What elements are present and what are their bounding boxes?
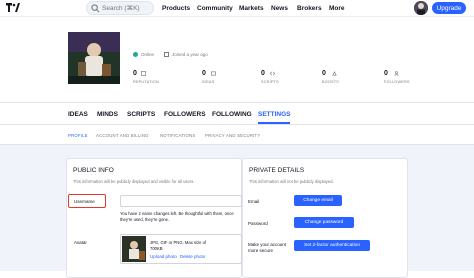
tab-scripts[interactable]: SCRIPTS [127, 111, 155, 118]
password-label: Password [248, 221, 268, 226]
nav-news[interactable]: News [271, 5, 288, 12]
search-icon [91, 4, 100, 13]
stat-label: BOOSTS [322, 80, 340, 84]
security-label: Make your account more secure [248, 242, 287, 253]
scripts-icon [270, 71, 275, 76]
change-password-button[interactable]: Change password [294, 217, 354, 228]
stat-ideas: 0 IDEAS [202, 70, 216, 84]
tab-following[interactable]: FOLLOWING [212, 111, 252, 118]
avatar-thumbnail-image [122, 236, 146, 262]
subtab-privacy-security[interactable]: PRIVACY AND SECURITY [205, 133, 260, 138]
upgrade-button[interactable]: Upgrade [432, 2, 466, 14]
subtab-account-billing[interactable]: ACCOUNT AND BILLING [96, 133, 149, 138]
nav-brokers[interactable]: Brokers [297, 5, 322, 12]
stat-label: SCRIPTS [261, 80, 279, 84]
user-avatar-image [414, 1, 428, 15]
tab-ideas[interactable]: IDEAS [68, 111, 88, 118]
tab-minds[interactable]: MINDS [97, 111, 118, 118]
top-bar: Products Community Markets News Brokers … [0, 0, 474, 17]
nav-products[interactable]: Products [162, 5, 190, 12]
divider [0, 124, 474, 125]
subtab-profile[interactable]: PROFILE [68, 133, 88, 138]
online-status: Online [133, 52, 155, 58]
email-label: Email [248, 199, 260, 204]
search-box[interactable] [86, 1, 154, 15]
rocket-icon [332, 71, 337, 76]
username-highlight [68, 194, 106, 208]
calendar-icon [164, 52, 169, 58]
tradingview-logo-icon[interactable] [6, 3, 20, 12]
subtab-notifications[interactable]: NOTIFICATIONS [160, 133, 195, 138]
ideas-icon [211, 71, 216, 76]
private-details-title: PRIVATE DETAILS [249, 167, 305, 174]
delete-photo-link[interactable]: Delete photo [180, 254, 206, 259]
nav-markets[interactable]: Markets [239, 5, 264, 12]
reputation-icon [141, 71, 146, 76]
stat-label: REPUTATION [133, 80, 159, 84]
avatar-label: Avatar [74, 240, 87, 245]
username-input[interactable] [120, 195, 242, 207]
online-status-label: Online [141, 52, 155, 57]
upload-photo-link[interactable]: Upload photo [150, 254, 177, 259]
joined-label: Joined a year ago [172, 52, 208, 57]
profile-picture-image [68, 32, 120, 84]
change-email-button[interactable]: Change email [294, 195, 342, 206]
followers-icon [394, 71, 399, 76]
public-info-description: This information will be publicly displa… [73, 179, 195, 184]
stat-boosts: 0 BOOSTS [322, 70, 339, 84]
stat-followers: 0 FOLLOWERS [384, 70, 410, 84]
username-note: You have 2 name changes left. Be thought… [120, 211, 234, 222]
online-dot-icon [133, 52, 138, 58]
two-factor-button[interactable]: Set 2-factor authentication [294, 240, 370, 251]
divider [0, 102, 474, 103]
avatar-note: JPG, GIF or PNG. Max size of 700KB [150, 240, 207, 251]
user-avatar[interactable] [414, 1, 428, 15]
joined-info: Joined a year ago [164, 52, 208, 58]
avatar-thumbnail [122, 236, 146, 262]
public-info-title: PUBLIC INFO [73, 167, 114, 174]
stat-label: IDEAS [202, 80, 215, 84]
profile-picture [68, 32, 120, 84]
nav-community[interactable]: Community [197, 5, 233, 12]
stat-reputation: 0 REPUTATION [133, 70, 159, 84]
nav-more[interactable]: More [329, 5, 345, 12]
stat-label: FOLLOWERS [384, 80, 410, 84]
tab-settings[interactable]: SETTINGS [258, 111, 291, 118]
tab-followers[interactable]: FOLLOWERS [164, 111, 206, 118]
search-input[interactable] [102, 3, 152, 13]
private-details-description: This information will not be publicly di… [249, 179, 334, 184]
stat-scripts: 0 SCRIPTS [261, 70, 279, 84]
avatar-actions: Upload photo Delete photo [150, 254, 208, 259]
